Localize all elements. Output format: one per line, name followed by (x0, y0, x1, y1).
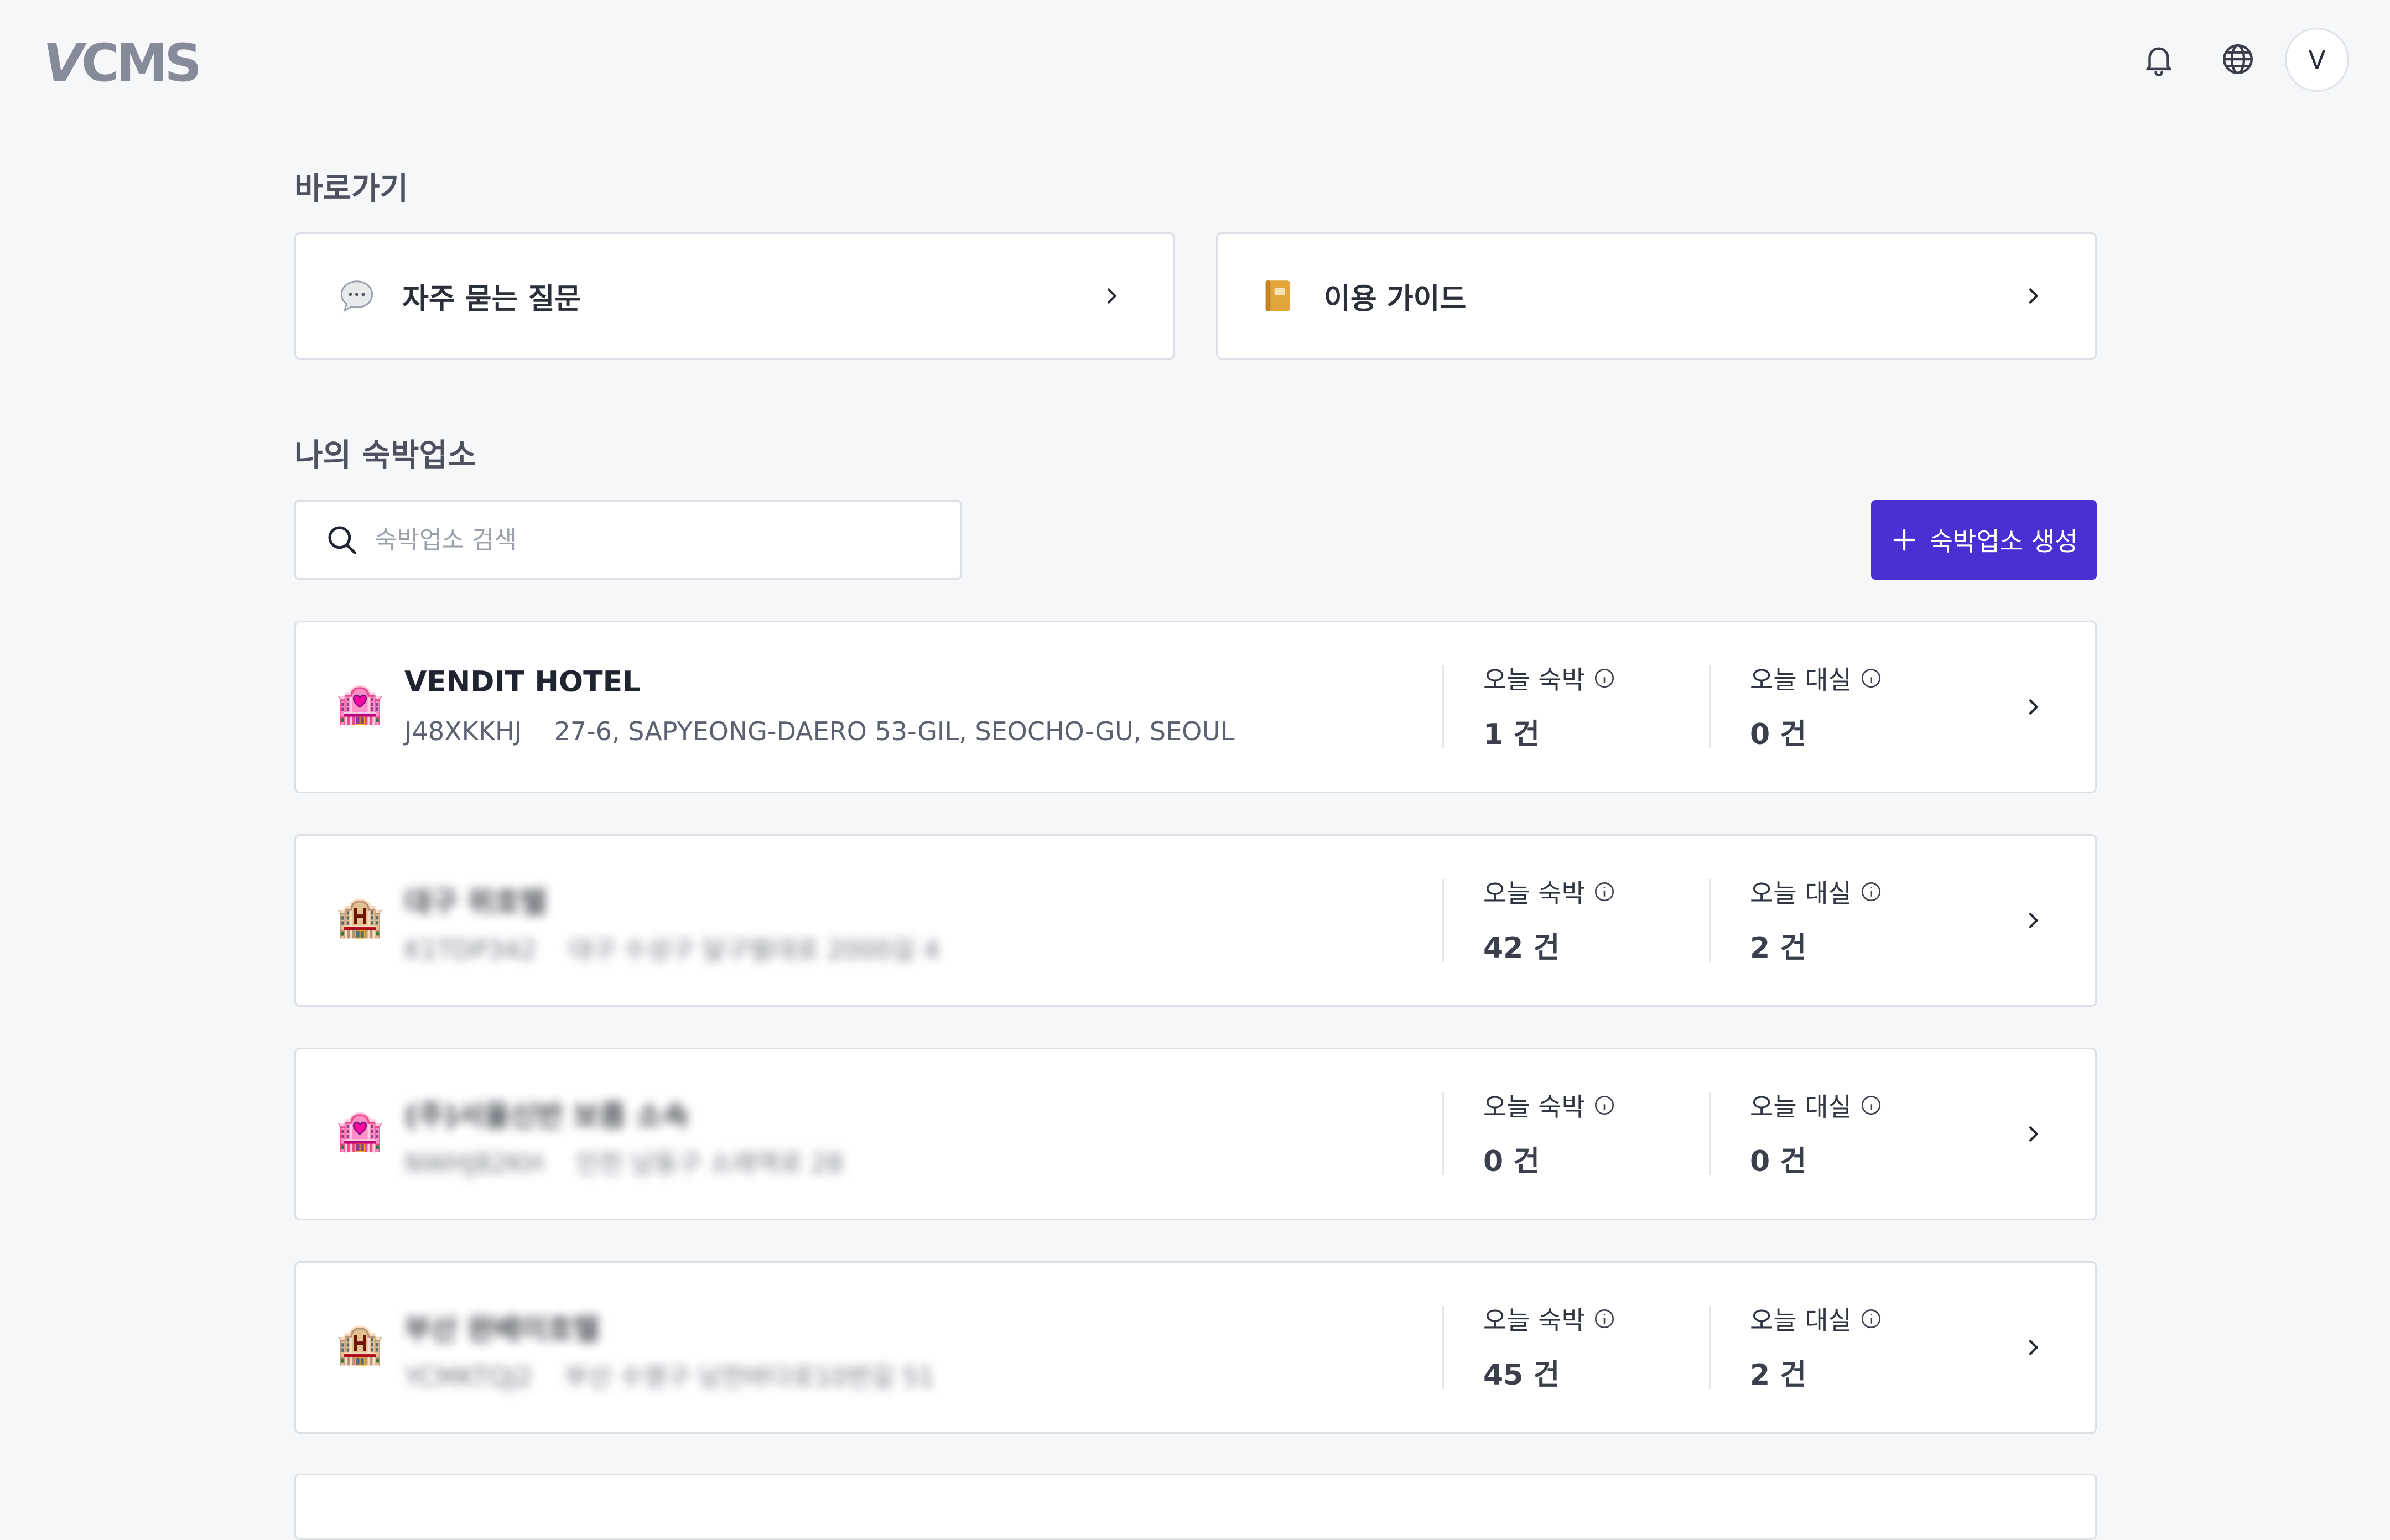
guide-label: 이용 가이드 (1324, 282, 1467, 316)
logo[interactable]: VCMS (43, 38, 202, 90)
property-address: 27-6, SAPYEONG-DAERO 53-GIL, SEOCHO-GU, … (554, 716, 1235, 746)
bell-icon[interactable] (2134, 34, 2184, 84)
property-address: 부산 수영구 남천바다로10번길 51 (564, 1362, 935, 1392)
shortcuts-row: 자주 묻는 질문 이용 가이드 (294, 232, 2097, 360)
logo-text: CMS (81, 33, 202, 93)
divider (1709, 1092, 1711, 1175)
property-address-line: NWHJ82KH 인천 남동구 소래역로 28 (404, 1143, 843, 1180)
chevron-right-icon (2029, 1126, 2038, 1142)
rental-label: 오늘 대실 (1750, 1092, 1852, 1122)
info-icon[interactable] (1859, 1307, 1883, 1330)
divider (1709, 665, 1711, 748)
property-search[interactable] (294, 500, 962, 580)
chevron-right-icon (1108, 288, 1116, 304)
chevron-right-icon (2029, 913, 2038, 928)
stay-count: 0 건 (1483, 1145, 1540, 1178)
info-icon[interactable] (1593, 1307, 1616, 1330)
stay-label: 오늘 숙박 (1483, 665, 1585, 695)
stay-count: 45 건 (1483, 1359, 1560, 1392)
stay-label: 오늘 숙박 (1483, 878, 1585, 908)
property-address-line: J48XKKHJ 27-6, SAPYEONG-DAERO 53-GIL, SE… (404, 716, 1235, 746)
property-name: 부산 완베이호텔 (404, 1313, 600, 1346)
info-icon[interactable] (1859, 880, 1883, 903)
property-address: 인천 남동구 소래역로 28 (575, 1148, 844, 1178)
plus-icon (1893, 529, 1915, 551)
stay-stat: 오늘 숙박 0 건 (1483, 1087, 1616, 1179)
info-icon[interactable] (1593, 667, 1616, 690)
info-icon[interactable] (1593, 880, 1616, 903)
info-icon[interactable] (1859, 667, 1883, 690)
property-name: 대구 위호텔 (404, 886, 547, 919)
property-card[interactable]: 🏨 부산 완베이호텔 YCMKTQJ2 부산 수영구 남천바다로10번길 51 … (294, 1261, 2097, 1434)
rental-stat: 오늘 대실 0 건 (1750, 1087, 1883, 1179)
chevron-right-icon (2029, 288, 2038, 304)
property-address: 대구 수성구 달구벌대로 2000길 4 (569, 935, 940, 965)
rental-label: 오늘 대실 (1750, 1305, 1852, 1335)
speech-bubble-icon (336, 275, 378, 317)
love-hotel-icon: 🏩 (336, 681, 385, 726)
globe-icon[interactable] (2213, 34, 2263, 84)
property-code: K1TDP342 (404, 935, 537, 965)
rental-stat: 오늘 대실 0 건 (1750, 660, 1883, 752)
shortcuts-title: 바로가기 (294, 171, 409, 207)
divider (1442, 1306, 1444, 1389)
stay-stat: 오늘 숙박 42 건 (1483, 873, 1616, 966)
property-name: VENDIT HOTEL (404, 665, 641, 699)
properties-title: 나의 숙박업소 (294, 438, 476, 474)
property-card[interactable]: 🏩 (주)서울신반 보름 소속 NWHJ82KH 인천 남동구 소래역로 28 … (294, 1048, 2097, 1220)
faq-label: 자주 묻는 질문 (402, 282, 581, 316)
rental-label: 오늘 대실 (1750, 665, 1852, 695)
rental-stat: 오늘 대실 2 건 (1750, 1300, 1883, 1393)
hotel-icon: 🏨 (336, 894, 385, 940)
property-address-line: YCMKTQJ2 부산 수영구 남천바다로10번길 51 (404, 1357, 934, 1393)
hotel-icon: 🏨 (336, 1322, 385, 1367)
rental-count: 2 건 (1750, 1359, 1807, 1392)
chevron-right-icon (2029, 1340, 2038, 1355)
stay-stat: 오늘 숙박 1 건 (1483, 660, 1616, 752)
rental-stat: 오늘 대실 2 건 (1750, 873, 1883, 966)
chevron-right-icon (2029, 699, 2038, 715)
property-name: (주)서울신반 보름 소속 (404, 1100, 689, 1133)
stay-label: 오늘 숙박 (1483, 1092, 1585, 1122)
divider (1442, 1092, 1444, 1175)
info-icon[interactable] (1593, 1094, 1616, 1117)
property-card[interactable]: 🏨 대구 위호텔 K1TDP342 대구 수성구 달구벌대로 2000길 4 오… (294, 834, 2097, 1007)
love-hotel-icon: 🏩 (336, 1108, 385, 1153)
rental-count: 0 건 (1750, 1145, 1807, 1178)
guide-card[interactable]: 이용 가이드 (1216, 232, 2097, 360)
divider (1709, 879, 1711, 962)
divider (1709, 1306, 1711, 1389)
stay-stat: 오늘 숙박 45 건 (1483, 1300, 1616, 1393)
property-card-partial[interactable] (294, 1474, 2097, 1540)
guide-book-icon (1258, 275, 1300, 317)
faq-card[interactable]: 자주 묻는 질문 (294, 232, 1175, 360)
property-code: J48XKKHJ (404, 716, 522, 746)
avatar[interactable]: V (2285, 28, 2349, 92)
divider (1442, 879, 1444, 962)
stay-count: 42 건 (1483, 932, 1560, 965)
property-code: YCMKTQJ2 (404, 1362, 533, 1392)
create-property-label: 숙박업소 생성 (1929, 527, 2079, 556)
rental-count: 2 건 (1750, 932, 1807, 965)
rental-count: 0 건 (1750, 718, 1807, 751)
property-card[interactable]: 🏩 VENDIT HOTEL J48XKKHJ 27-6, SAPYEONG-D… (294, 621, 2097, 793)
stay-label: 오늘 숙박 (1483, 1305, 1585, 1335)
search-input[interactable] (373, 525, 874, 555)
info-icon[interactable] (1859, 1094, 1883, 1117)
rental-label: 오늘 대실 (1750, 878, 1852, 908)
create-property-button[interactable]: 숙박업소 생성 (1871, 500, 2097, 580)
divider (1442, 665, 1444, 748)
property-code: NWHJ82KH (404, 1148, 544, 1178)
property-address-line: K1TDP342 대구 수성구 달구벌대로 2000길 4 (404, 930, 939, 966)
search-icon (328, 526, 356, 554)
avatar-initial: V (2308, 45, 2326, 75)
stay-count: 1 건 (1483, 718, 1540, 751)
